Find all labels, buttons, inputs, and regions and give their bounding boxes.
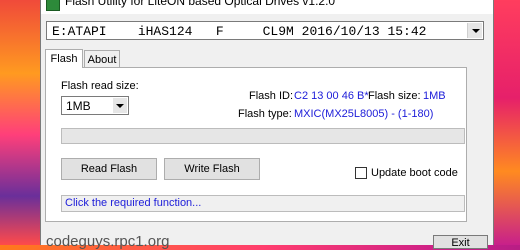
app-icon bbox=[46, 0, 60, 11]
tab-flash[interactable]: Flash bbox=[45, 49, 83, 68]
flash-id-value: C2 13 00 46 B* bbox=[294, 90, 369, 102]
tab-about[interactable]: About bbox=[84, 50, 120, 68]
desktop-background-left bbox=[0, 0, 40, 245]
website-link[interactable]: codeguys.rpc1.org bbox=[46, 233, 169, 250]
title-bar[interactable]: Flash Utility for LiteON based Optical D… bbox=[41, 0, 493, 14]
desktop-background-right bbox=[492, 0, 520, 245]
read-flash-button[interactable]: Read Flash bbox=[61, 158, 157, 180]
flash-read-size-select[interactable]: 1MB bbox=[61, 96, 129, 115]
flash-type-label: Flash type: bbox=[238, 108, 292, 120]
drive-select-value: E:ATAPI iHAS124 F CL9M 2016/10/13 15:42 bbox=[52, 24, 427, 39]
update-boot-code-label[interactable]: Update boot code bbox=[371, 167, 458, 179]
exit-button[interactable]: Exit bbox=[433, 235, 488, 249]
flash-size-value: 1MB bbox=[423, 90, 446, 102]
update-boot-code-checkbox[interactable] bbox=[355, 167, 367, 179]
flash-tab-panel: Flash read size: 1MB Flash ID: C2 13 00 … bbox=[45, 67, 467, 222]
status-text: Click the required function... bbox=[65, 197, 202, 209]
flash-size-label: Flash size: bbox=[368, 90, 421, 102]
write-flash-button[interactable]: Write Flash bbox=[164, 158, 260, 180]
flash-read-size-label: Flash read size: bbox=[61, 80, 139, 92]
flash-read-size-value: 1MB bbox=[66, 99, 91, 113]
chevron-down-icon[interactable] bbox=[113, 98, 127, 113]
status-bar: Click the required function... bbox=[61, 195, 465, 212]
flash-id-label: Flash ID: bbox=[249, 90, 294, 102]
flash-utility-window: Flash Utility for LiteON based Optical D… bbox=[40, 0, 494, 250]
flash-progress-bar bbox=[61, 128, 465, 144]
window-title: Flash Utility for LiteON based Optical D… bbox=[65, 0, 336, 8]
drive-select[interactable]: E:ATAPI iHAS124 F CL9M 2016/10/13 15:42 bbox=[46, 21, 484, 40]
flash-type-value: MXIC(MX25L8005) - (1-180) bbox=[294, 108, 434, 120]
chevron-down-icon[interactable] bbox=[467, 23, 482, 38]
